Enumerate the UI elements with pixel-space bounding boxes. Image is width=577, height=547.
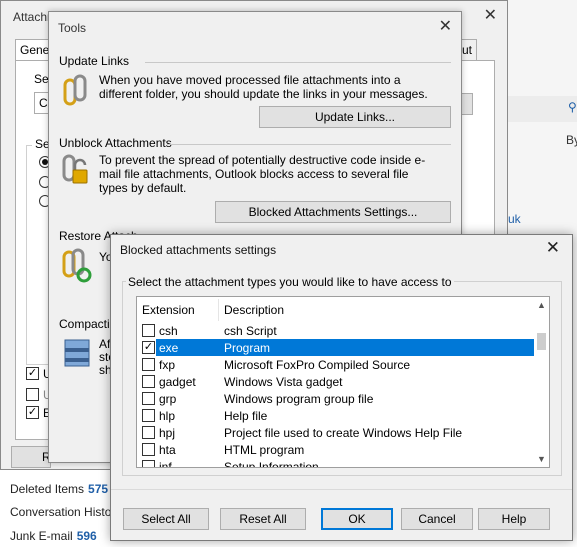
checkbox-u1[interactable]: ✓ — [26, 367, 39, 380]
item-description: csh Script — [224, 324, 277, 338]
item-extension: hlp — [159, 409, 176, 423]
item-description: Help file — [224, 409, 268, 423]
restore-button[interactable]: R — [11, 446, 51, 468]
list-item[interactable]: ✓ exe Program — [137, 339, 535, 356]
item-checkbox[interactable] — [142, 460, 155, 467]
update-links-description: When you have moved processed file attac… — [99, 73, 428, 101]
outlook-column-fragment: By — [566, 133, 577, 147]
section-header-update-links: Update Links — [59, 54, 130, 68]
blocked-attachments-settings-button[interactable]: Blocked Attachments Settings... — [215, 201, 451, 223]
scroll-thumb[interactable] — [537, 333, 546, 350]
folder-item-deleted[interactable]: Deleted Items 575 — [10, 482, 108, 496]
item-checkbox[interactable] — [142, 358, 155, 371]
list-header: Extension Description — [137, 297, 535, 323]
restore-attachment-icon — [62, 248, 92, 283]
folder-name: Junk E-mail — [10, 529, 73, 543]
dialog-title: Blocked attachments settings — [120, 243, 277, 257]
list-item[interactable]: inf Setup Information — [137, 458, 535, 468]
group-label: Select the attachment types you would li… — [126, 275, 454, 289]
path-field-value: C — [39, 96, 48, 110]
compact-archive-icon — [64, 339, 90, 367]
item-description: Project file used to create Windows Help… — [224, 426, 463, 440]
item-description: Windows program group file — [224, 392, 374, 406]
folder-count: 575 — [88, 482, 109, 496]
blocked-attachments-dialog: Blocked attachments settings ✕ Select th… — [110, 234, 573, 541]
item-description: Windows Vista gadget — [224, 375, 343, 389]
ok-button[interactable]: OK — [321, 508, 393, 530]
checkbox-u2[interactable] — [26, 388, 39, 401]
item-extension: csh — [159, 324, 178, 338]
item-checkbox[interactable] — [142, 324, 155, 337]
vertical-scrollbar[interactable]: ▲ ▼ — [534, 297, 549, 467]
item-checkbox[interactable] — [142, 426, 155, 439]
folder-name: Conversation Histo — [10, 505, 112, 519]
item-checkbox[interactable] — [142, 409, 155, 422]
outlook-link-fragment: uk — [508, 212, 521, 226]
footer-divider — [111, 489, 572, 490]
section-divider — [145, 62, 451, 63]
item-description: Program — [224, 341, 271, 355]
unblock-description: To prevent the spread of potentially des… — [99, 153, 426, 195]
outlook-search-icon[interactable]: ⚲ — [568, 100, 577, 114]
item-extension: gadget — [159, 375, 196, 389]
outlook-ribbon-strip — [505, 96, 577, 122]
folder-item-junk[interactable]: Junk E-mail 596 — [10, 529, 97, 543]
cancel-button[interactable]: Cancel — [401, 508, 473, 530]
reset-all-button[interactable]: Reset All — [220, 508, 306, 530]
item-checkbox[interactable]: ✓ — [142, 341, 155, 354]
column-divider[interactable] — [218, 299, 219, 321]
list-item[interactable]: hlp Help file — [137, 407, 535, 424]
list-item[interactable]: hta HTML program — [137, 441, 535, 458]
item-extension: hta — [159, 443, 176, 457]
item-extension: exe — [159, 341, 179, 355]
window-title: Attachr — [13, 10, 52, 24]
section-header-unblock: Unblock Attachments — [59, 136, 172, 150]
item-checkbox[interactable] — [142, 443, 155, 456]
column-header-description[interactable]: Description — [224, 303, 284, 317]
browse-button[interactable] — [461, 93, 473, 115]
scroll-up-icon[interactable]: ▲ — [534, 297, 549, 313]
paperclip-link-icon — [63, 74, 87, 106]
item-description: Setup Information — [224, 460, 319, 468]
close-icon[interactable]: ✕ — [484, 5, 497, 25]
item-checkbox[interactable] — [142, 392, 155, 405]
scroll-down-icon[interactable]: ▼ — [534, 451, 549, 467]
list-item[interactable]: csh csh Script — [137, 322, 535, 339]
item-description: Microsoft FoxPro Compiled Source — [224, 358, 411, 372]
checkbox-e[interactable]: ✓ — [26, 406, 39, 419]
close-icon[interactable]: ✕ — [439, 16, 452, 36]
column-header-extension[interactable]: Extension — [142, 303, 195, 317]
item-description: HTML program — [224, 443, 305, 457]
folder-item-conversation[interactable]: Conversation Histo — [10, 505, 111, 519]
select-all-button[interactable]: Select All — [123, 508, 209, 530]
item-extension: inf — [159, 460, 172, 468]
help-button[interactable]: Help — [478, 508, 550, 530]
dialog-title: Tools — [58, 21, 87, 35]
selection-highlight — [156, 339, 535, 356]
attachment-types-list[interactable]: Extension Description csh csh Script ✓ exe P… — [136, 296, 550, 468]
list-item[interactable]: grp Windows program group file — [137, 390, 535, 407]
padlock-attachment-icon — [62, 154, 88, 184]
item-checkbox[interactable] — [142, 375, 155, 388]
folder-count: 596 — [76, 529, 97, 543]
item-extension: hpj — [159, 426, 176, 440]
close-icon[interactable]: ✕ — [546, 238, 560, 258]
item-extension: fxp — [159, 358, 176, 372]
list-item[interactable]: fxp Microsoft FoxPro Compiled Source — [137, 356, 535, 373]
update-links-button[interactable]: Update Links... — [259, 106, 451, 128]
section-divider — [167, 144, 451, 145]
folder-name: Deleted Items — [10, 482, 85, 496]
list-item[interactable]: gadget Windows Vista gadget — [137, 373, 535, 390]
item-extension: grp — [159, 392, 177, 406]
list-item[interactable]: hpj Project file used to create Windows H… — [137, 424, 535, 441]
